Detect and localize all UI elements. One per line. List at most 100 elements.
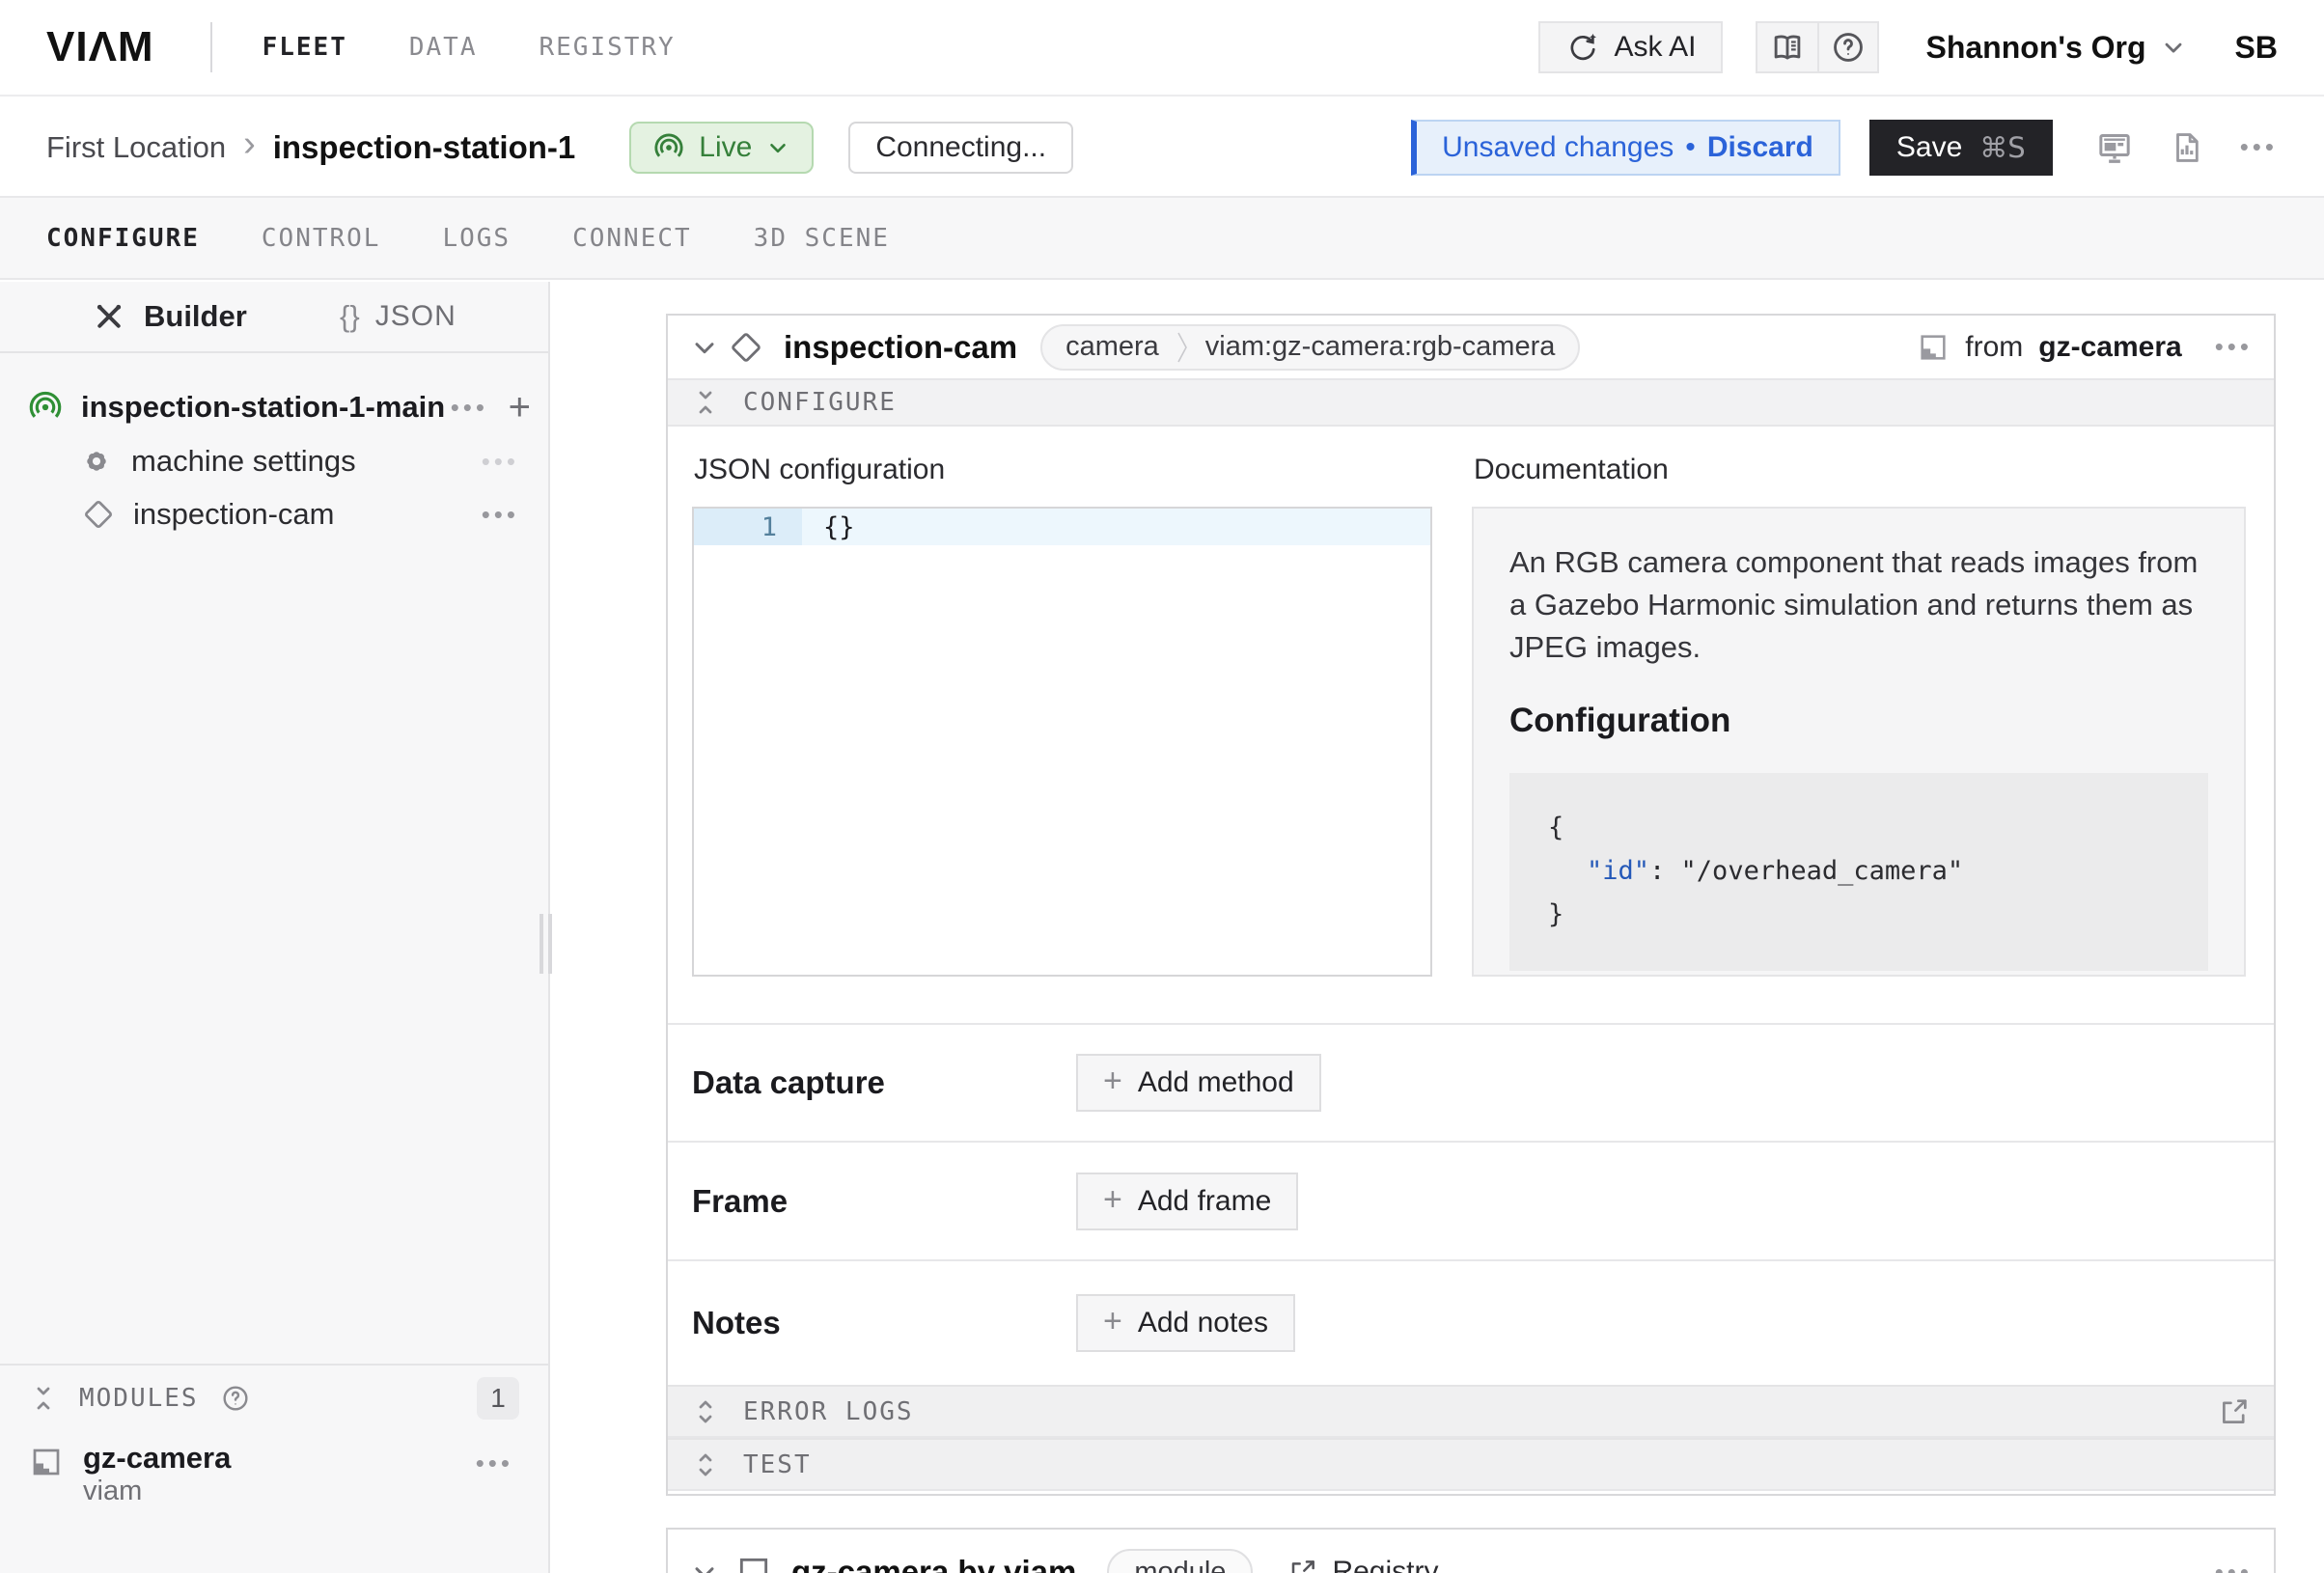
module-menu[interactable]: •••	[476, 1449, 513, 1478]
builder-tools-icon	[92, 299, 126, 334]
sidebar-item-machine-settings[interactable]: machine settings •••	[0, 436, 548, 486]
nav-item-data[interactable]: DATA	[409, 33, 478, 62]
machine-part-menu[interactable]: •••	[451, 393, 488, 423]
component-name: inspection-cam	[784, 329, 1017, 366]
primary-nav: FLEET DATA REGISTRY	[263, 33, 676, 62]
modules-section: MODULES 1 gz-c	[0, 1364, 548, 1507]
external-link-icon	[1287, 1557, 1318, 1573]
top-app-bar: VIΛM FLEET DATA REGISTRY Ask AI	[0, 0, 2324, 97]
add-notes-button[interactable]: + Add notes	[1076, 1294, 1295, 1352]
nav-divider	[210, 22, 212, 72]
chevron-down-icon[interactable]	[689, 332, 720, 363]
discard-button[interactable]: Discard	[1707, 131, 1813, 164]
tab-3d-scene[interactable]: 3D SCENE	[754, 224, 890, 253]
expand-icon	[691, 1397, 720, 1426]
inspection-cam-menu[interactable]: •••	[482, 500, 519, 530]
badge-divider	[1176, 331, 1188, 364]
sidebar-item-machine-part[interactable]: inspection-station-1-main ••• +	[0, 382, 548, 432]
chevron-down-icon	[765, 135, 790, 160]
help-circle-icon[interactable]	[220, 1383, 251, 1414]
plus-icon: +	[1103, 1305, 1122, 1338]
live-status-dropdown[interactable]: Live	[629, 122, 814, 174]
module-org: viam	[83, 1476, 142, 1506]
broadcast-icon	[652, 131, 685, 164]
docs-button[interactable]	[1757, 23, 1817, 71]
add-component-button[interactable]: +	[509, 388, 531, 427]
config-sidebar: Builder {} JSON inspection-station-1-mai…	[0, 282, 550, 1573]
error-logs-bar[interactable]: ERROR LOGS	[668, 1385, 2274, 1438]
machine-name: inspection-station-1	[273, 129, 576, 166]
user-avatar[interactable]: SB	[2235, 30, 2278, 66]
editor-line-number: 1	[694, 509, 802, 545]
machine-settings-menu[interactable]: •••	[482, 447, 519, 477]
configure-section-bar[interactable]: CONFIGURE	[668, 378, 2274, 427]
builder-json-toggle: Builder {} JSON	[0, 282, 548, 353]
component-type-badge: camera viam:gz-camera:rgb-camera	[1040, 324, 1580, 371]
module-name: gz-camera	[83, 1441, 231, 1475]
json-config-editor[interactable]: 1 {}	[692, 507, 1432, 977]
collapse-icon	[691, 388, 720, 417]
module-card-menu[interactable]: •••	[2215, 1558, 2253, 1573]
machine-page-icon[interactable]	[2095, 128, 2134, 167]
braces-icon: {}	[340, 299, 360, 334]
data-capture-section: Data capture + Add method	[668, 1023, 2274, 1141]
more-actions-menu[interactable]: •••	[2240, 132, 2278, 162]
component-menu[interactable]: •••	[2215, 332, 2253, 362]
component-diamond-icon	[81, 497, 116, 532]
registry-link[interactable]: Registry	[1287, 1556, 1438, 1573]
machine-toolbar: First Location › inspection-station-1 Li…	[0, 98, 2324, 198]
logs-report-icon[interactable]	[2169, 129, 2205, 166]
help-button[interactable]	[1817, 23, 1877, 71]
tab-configure[interactable]: CONFIGURE	[46, 224, 200, 253]
tab-control[interactable]: CONTROL	[262, 224, 381, 253]
sidebar-module-gz-camera[interactable]: gz-camera viam •••	[0, 1431, 548, 1507]
component-model: viam:gz-camera:rgb-camera	[1205, 331, 1556, 363]
tab-logs[interactable]: LOGS	[442, 224, 511, 253]
component-card-inspection-cam: inspection-cam camera viam:gz-camera:rgb…	[666, 314, 2276, 1496]
gear-icon	[79, 444, 114, 479]
notes-section: Notes + Add notes	[668, 1259, 2274, 1385]
module-icon	[1917, 331, 1950, 364]
tab-connect[interactable]: CONNECT	[572, 224, 692, 253]
collapse-icon[interactable]	[29, 1384, 58, 1413]
save-button[interactable]: Save ⌘S	[1869, 120, 2053, 176]
doc-description: An RGB camera component that reads image…	[1509, 541, 2208, 669]
book-open-icon	[1769, 29, 1806, 66]
add-method-button[interactable]: + Add method	[1076, 1054, 1321, 1112]
sidebar-item-inspection-cam[interactable]: inspection-cam •••	[0, 489, 548, 539]
broadcast-icon	[27, 389, 64, 426]
documentation-label: Documentation	[1474, 454, 1669, 486]
component-diamond-icon	[728, 329, 764, 366]
doc-code-block: { "id": "/overhead_camera" }	[1509, 773, 2208, 971]
test-bar[interactable]: TEST	[668, 1438, 2274, 1491]
breadcrumb-location[interactable]: First Location	[46, 130, 226, 165]
source-module-link[interactable]: gz-camera	[2038, 331, 2181, 364]
ask-ai-button[interactable]: Ask AI	[1538, 21, 1723, 73]
viam-logo: VIΛM	[46, 23, 154, 71]
help-circle-icon	[1830, 29, 1867, 66]
json-mode-toggle[interactable]: {} JSON	[340, 282, 456, 351]
module-icon	[29, 1445, 64, 1507]
help-icon-group	[1756, 21, 1879, 73]
config-main-pane: inspection-cam camera viam:gz-camera:rgb…	[552, 282, 2324, 1573]
chevron-down-icon[interactable]	[689, 1557, 720, 1573]
breadcrumb-separator: ›	[243, 124, 256, 165]
modules-title: MODULES	[79, 1384, 199, 1413]
builder-mode-toggle[interactable]: Builder	[92, 282, 247, 351]
documentation-panel[interactable]: An RGB camera component that reads image…	[1472, 507, 2246, 977]
add-frame-button[interactable]: + Add frame	[1076, 1173, 1298, 1230]
doc-configuration-heading: Configuration	[1509, 702, 2208, 740]
ai-sparkle-icon	[1565, 30, 1600, 65]
unsaved-changes-label: Unsaved changes	[1442, 131, 1674, 164]
org-switcher[interactable]: Shannon's Org	[1925, 30, 2186, 66]
connection-status-button[interactable]: Connecting...	[848, 122, 1073, 174]
sidebar-resize-handle[interactable]	[540, 914, 552, 974]
unsaved-changes-banner: Unsaved changes • Discard	[1411, 120, 1840, 176]
nav-item-fleet[interactable]: FLEET	[263, 33, 347, 62]
machine-part-name: inspection-station-1-main	[81, 390, 445, 425]
module-icon	[735, 1554, 772, 1573]
component-type: camera	[1065, 331, 1159, 363]
nav-item-registry[interactable]: REGISTRY	[539, 33, 675, 62]
expand-icon	[691, 1450, 720, 1479]
open-logs-external-icon[interactable]	[2218, 1395, 2251, 1428]
